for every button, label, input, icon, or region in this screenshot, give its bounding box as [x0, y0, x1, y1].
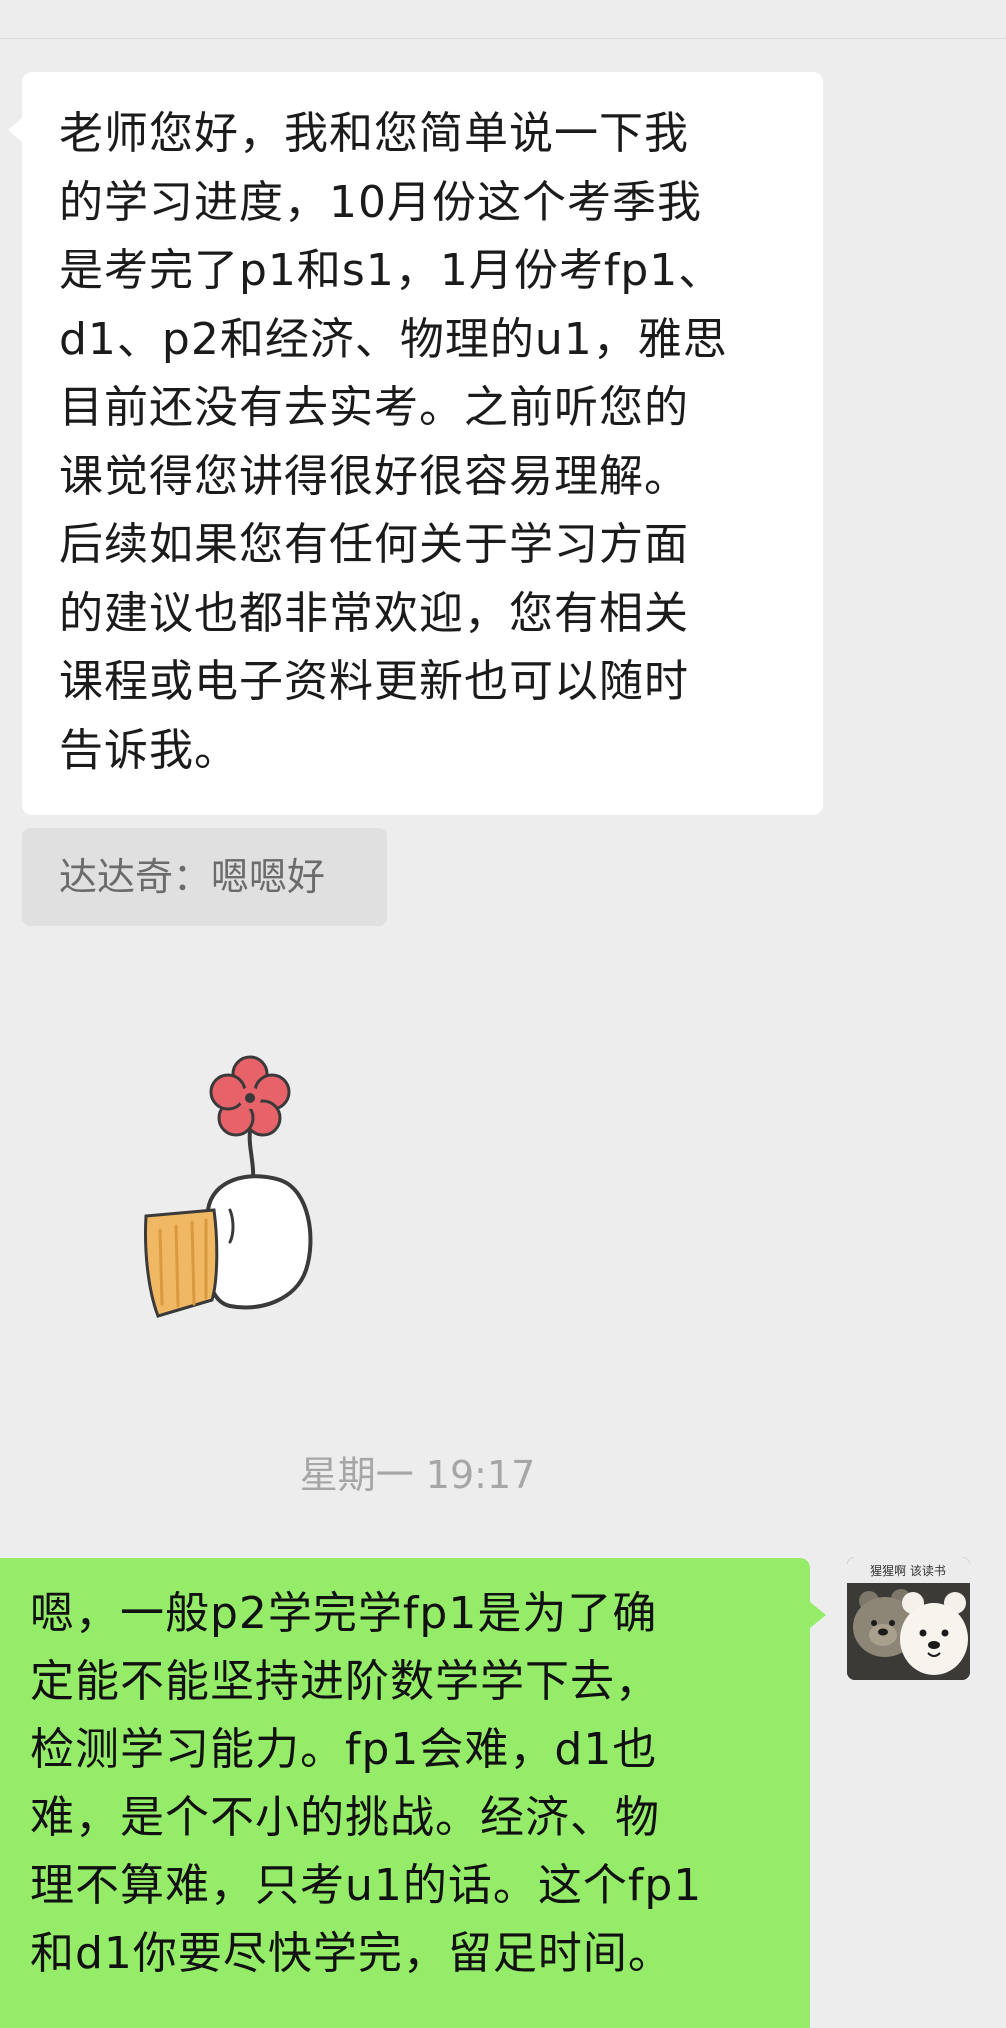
message-line: 难，是个不小的挑战。经济、物 [30, 1792, 660, 1843]
message-line: 后续如果您有任何关于学习方面 [59, 519, 689, 570]
message-line: 课觉得您讲得很好很容易理解。 [59, 450, 689, 502]
avatar[interactable]: 猩猩啊 该读书 [847, 1557, 970, 1680]
top-divider [0, 38, 1006, 39]
sticker-graphic [144, 1055, 313, 1318]
quoted-reply-text: 达达奇：嗯嗯好 [59, 855, 326, 899]
message-line: 嗯，一般p2学完学fp1是为了确 [30, 1588, 658, 1639]
outgoing-message-bubble[interactable]: 嗯，一般p2学完学fp1是为了确 定能不能坚持进阶数学学下去， 检测学习能力。f… [0, 1558, 826, 2028]
message-line: 告诉我。 [59, 724, 239, 776]
message-line: 理不算难，只考u1的话。这个fp1 [30, 1860, 703, 1911]
message-line: 的建议也都非常欢迎，您有相关 [59, 587, 689, 639]
message-line: 目前还没有去实考。之前听您的 [59, 382, 689, 433]
flower-paw-sticker-icon[interactable] [130, 1020, 330, 1320]
bear-avatar-icon: 猩猩啊 该读书 [847, 1557, 970, 1680]
message-line: 定能不能坚持进阶数学学下去， [30, 1656, 660, 1707]
incoming-message-bubble[interactable]: 老师您好，我和您简单说一下我 的学习进度，10月份这个考季我 是考完了p1和s1… [8, 72, 823, 815]
message-line: d1、p2和经济、物理的u1，雅思 [59, 313, 728, 365]
message-timestamp: 星期一 19:17 [299, 1453, 536, 1497]
incoming-message-text: 老师您好，我和您简单说一下我 的学习进度，10月份这个考季我 是考完了p1和s1… [59, 100, 793, 785]
quoted-reply[interactable]: 达达奇：嗯嗯好 [22, 828, 387, 926]
message-line: 和d1你要尽快学完，留足时间。 [30, 1928, 673, 1979]
message-line: 的学习进度，10月份这个考季我 [59, 176, 702, 228]
avatar-caption: 猩猩啊 该读书 [870, 1563, 946, 1578]
message-line: 检测学习能力。fp1会难，d1也 [30, 1724, 658, 1775]
message-line: 是考完了p1和s1，1月份考fp1、 [59, 245, 724, 296]
message-line: 课程或电子资料更新也可以随时 [59, 656, 689, 707]
outgoing-message-text: 嗯，一般p2学完学fp1是为了确 定能不能坚持进阶数学学下去， 检测学习能力。f… [30, 1580, 810, 1988]
message-line: 老师您好，我和您简单说一下我 [59, 108, 689, 159]
